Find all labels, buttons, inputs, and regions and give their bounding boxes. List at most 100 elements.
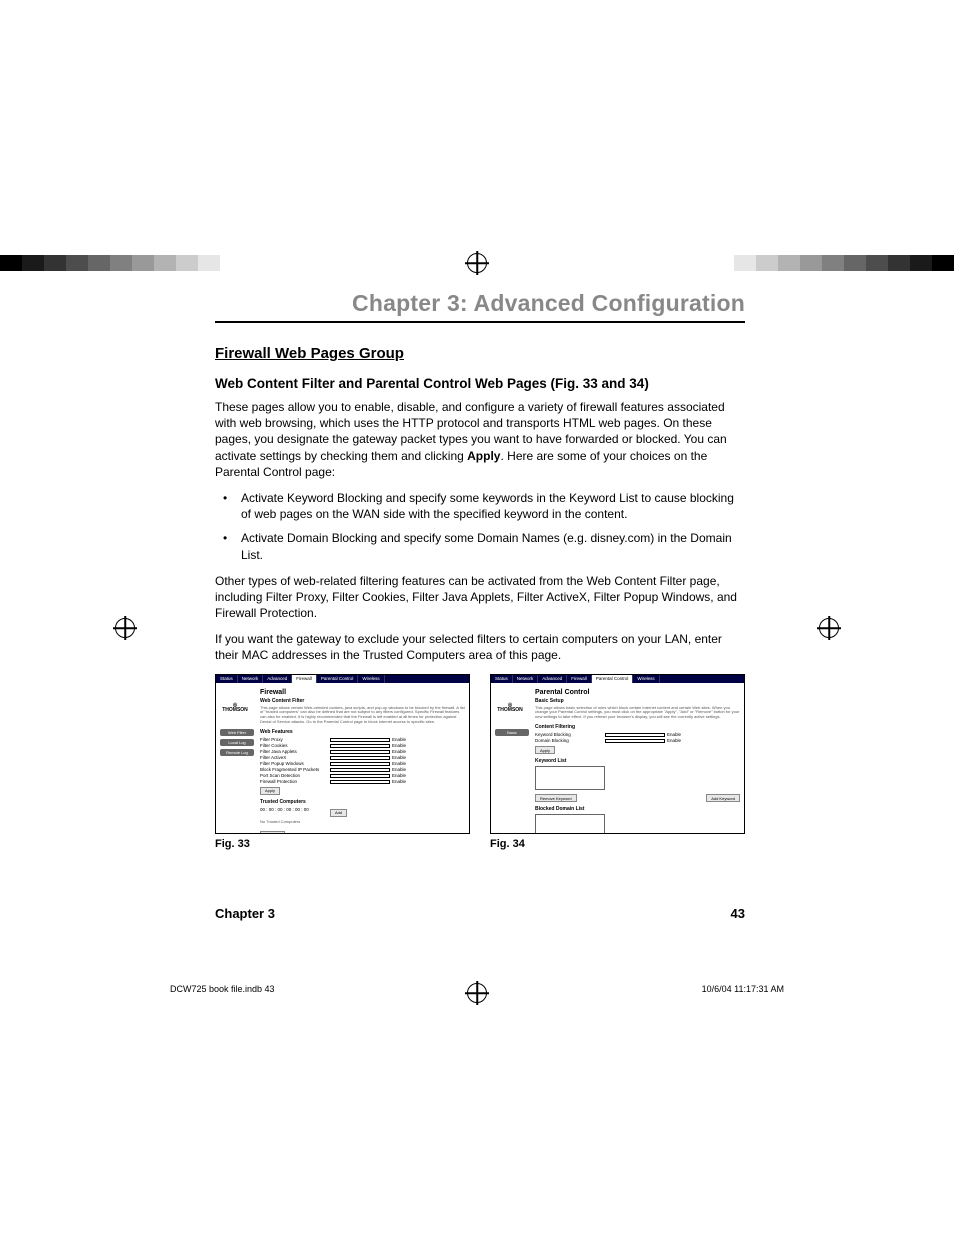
footer-chapter: Chapter 3: [215, 906, 275, 921]
keyword-listbox: [535, 766, 605, 790]
remove-button: Remove: [260, 831, 285, 834]
registration-mark-icon: [467, 253, 487, 273]
swatch: [22, 255, 44, 271]
feature-row: Filter ActiveXEnable: [260, 755, 465, 760]
apply-bold: Apply: [467, 449, 500, 463]
add-keyword-button: Add Keyword: [706, 794, 740, 802]
feature-row: Firewall ProtectionEnable: [260, 779, 465, 784]
swatch: [778, 255, 800, 271]
tab-bar: StatusNetworkAdvancedFirewallParental Co…: [491, 675, 744, 683]
swatch: [198, 255, 220, 271]
swatch: [220, 255, 242, 271]
swatch: [88, 255, 110, 271]
tab: Network: [238, 675, 264, 683]
swatch: [0, 255, 22, 271]
swatch: [44, 255, 66, 271]
figure-33: StatusNetworkAdvancedFirewallParental Co…: [215, 674, 470, 850]
feature-row: Filter ProxyEnable: [260, 737, 465, 742]
fig-sidebar: ◎THOMSON Web Filter Local Log Remote Log: [220, 703, 254, 759]
add-button: Add: [330, 809, 347, 817]
fig-desc: This page allows basic selection of rule…: [535, 706, 740, 720]
page-content: Chapter 3: Advanced Configuration Firewa…: [215, 290, 745, 921]
fig-main: Parental Control Basic Setup This page a…: [535, 687, 740, 834]
remove-keyword-button: Remove Keyword: [535, 794, 577, 802]
tab-bar: StatusNetworkAdvancedFirewallParental Co…: [216, 675, 469, 683]
swatch: [866, 255, 888, 271]
print-registration-strip: [0, 255, 954, 271]
right-swatches: [712, 255, 954, 271]
fig-sidebar: ◎THOMSON Basic: [495, 703, 529, 739]
fig-title: Parental Control: [535, 689, 740, 696]
swatch: [712, 255, 734, 271]
page-footer: Chapter 3 43: [215, 906, 745, 921]
swatch: [756, 255, 778, 271]
screenshot-firewall: StatusNetworkAdvancedFirewallParental Co…: [215, 674, 470, 834]
tab: Status: [216, 675, 238, 683]
swatch: [154, 255, 176, 271]
feature-row: Filter CookiesEnable: [260, 743, 465, 748]
swatch: [66, 255, 88, 271]
print-slug: DCW725 book file.indb 43 10/6/04 11:17:3…: [170, 984, 784, 994]
swatch: [932, 255, 954, 271]
swatch: [132, 255, 154, 271]
tab: Wireless: [358, 675, 384, 683]
subsection-heading: Web Content Filter and Parental Control …: [215, 376, 745, 391]
content-header: Content Filtering: [535, 724, 740, 730]
fig-subtitle: Web Content Filter: [260, 698, 465, 704]
features-header: Web Features: [260, 729, 465, 735]
section-heading: Firewall Web Pages Group: [215, 345, 745, 362]
fig-subtitle: Basic Setup: [535, 698, 740, 704]
apply-button: Apply: [260, 787, 280, 795]
feature-row: Filter Popup WindowsEnable: [260, 761, 465, 766]
paragraph: If you want the gateway to exclude your …: [215, 631, 745, 663]
trusted-header: Trusted Computers: [260, 799, 465, 805]
feature-row: Port Scan DetectionEnable: [260, 773, 465, 778]
left-swatches: [0, 255, 242, 271]
domain-listbox: [535, 814, 605, 834]
tab: Parental Control: [317, 675, 359, 683]
figure-caption: Fig. 34: [490, 838, 745, 850]
fig-title: Firewall: [260, 689, 465, 696]
thomson-logo: ◎THOMSON: [220, 703, 250, 723]
footer-page-number: 43: [731, 906, 745, 921]
sidebar-button: Web Filter: [220, 729, 254, 736]
swatch: [844, 255, 866, 271]
tab: Firewall: [292, 675, 317, 683]
tab: Advanced: [263, 675, 292, 683]
feature-row: Domain BlockingEnable: [535, 738, 740, 743]
fig-desc: This page allows certain Web-oriented co…: [260, 706, 465, 725]
tab: Status: [491, 675, 513, 683]
slug-file: DCW725 book file.indb 43: [170, 984, 275, 994]
feature-row: Block Fragmented IP PacketsEnable: [260, 767, 465, 772]
registration-mark-icon: [115, 618, 135, 638]
dom-label: Blocked Domain List: [535, 806, 740, 812]
swatch: [734, 255, 756, 271]
sidebar-button: Remote Log: [220, 749, 254, 756]
no-trusted: No Trusted Computers: [260, 820, 465, 825]
screenshot-parental: StatusNetworkAdvancedFirewallParental Co…: [490, 674, 745, 834]
tab: Network: [513, 675, 539, 683]
paragraph: These pages allow you to enable, disable…: [215, 399, 745, 480]
bullet-list: Activate Keyword Blocking and specify so…: [223, 490, 745, 563]
fig-main: Firewall Web Content Filter This page al…: [260, 687, 465, 834]
swatch: [176, 255, 198, 271]
tab: Firewall: [567, 675, 592, 683]
tab: Advanced: [538, 675, 567, 683]
list-item: Activate Keyword Blocking and specify so…: [223, 490, 745, 522]
swatch: [888, 255, 910, 271]
chapter-title: Chapter 3: Advanced Configuration: [215, 290, 745, 323]
figure-caption: Fig. 33: [215, 838, 470, 850]
kw-label: Keyword List: [535, 758, 740, 764]
swatch: [822, 255, 844, 271]
tab: Parental Control: [592, 675, 634, 683]
registration-mark-icon: [819, 618, 839, 638]
swatch: [110, 255, 132, 271]
paragraph: Other types of web-related filtering fea…: [215, 573, 745, 622]
figure-34: StatusNetworkAdvancedFirewallParental Co…: [490, 674, 745, 850]
list-item: Activate Domain Blocking and specify som…: [223, 530, 745, 562]
feature-row: Filter Java AppletsEnable: [260, 749, 465, 754]
tab: Wireless: [633, 675, 659, 683]
swatch: [910, 255, 932, 271]
sidebar-button: Local Log: [220, 739, 254, 746]
swatch: [800, 255, 822, 271]
